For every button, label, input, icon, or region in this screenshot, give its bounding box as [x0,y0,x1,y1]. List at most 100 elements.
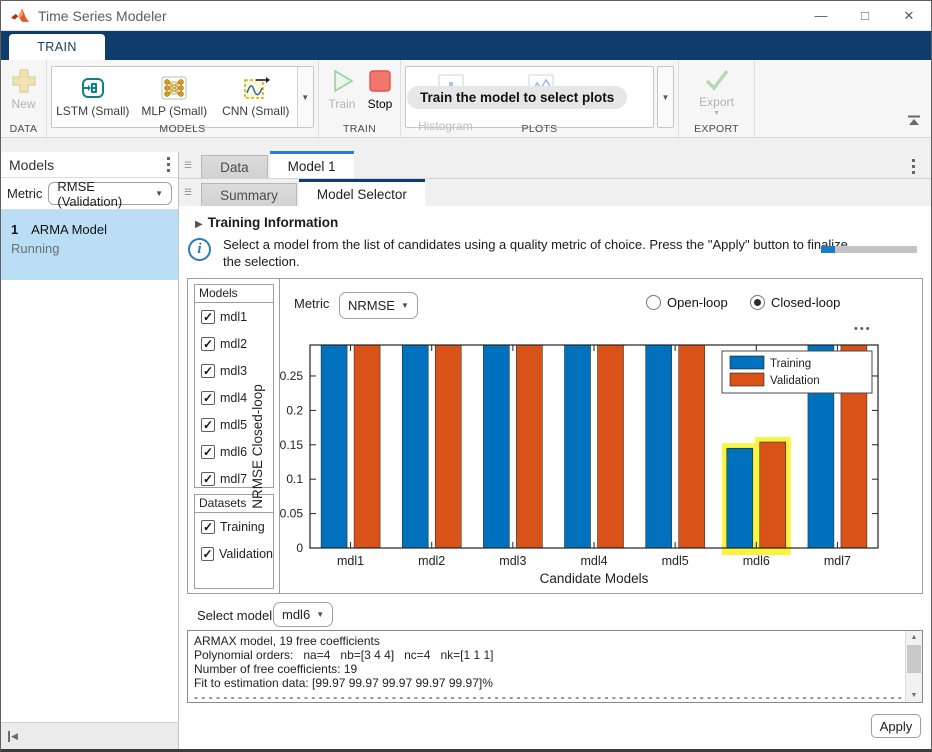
group-label-plots: PLOTS [401,123,678,135]
model-item-name: ARMA Model [31,222,107,237]
svg-text:mdl5: mdl5 [662,554,689,568]
export-button[interactable]: Export ▼ [679,60,754,117]
tab-model-1[interactable]: Model 1 [270,151,354,178]
sub-tab-bar-handle-icon[interactable]: ☰ [184,187,192,198]
svg-text:mdl6: mdl6 [743,554,770,568]
checkbox-label: mdl7 [220,472,247,486]
svg-text:Candidate Models: Candidate Models [540,571,649,586]
model-selector-panel: Models ✓mdl1✓mdl2✓mdl3✓mdl4✓mdl5✓mdl6✓md… [187,278,923,594]
bar-training-mdl5 [646,345,672,548]
window-title: Time Series Modeler [38,8,167,24]
chart-metric-label: Metric [294,296,329,311]
model-template-mlp[interactable]: MLP (Small) [134,67,216,127]
tab-bar-handle-icon[interactable]: ☰ [184,160,192,171]
check-icon [703,68,731,92]
bar-training-mdl6 [727,448,753,548]
cnn-icon [242,74,270,102]
ribbon-tab-train[interactable]: TRAIN [9,34,105,60]
checkbox-check-icon: ✓ [201,418,215,432]
main-area: Models Metric RMSE (Validation) ▼ 1 ARMA… [1,139,931,749]
panel-footer: ◀ [1,722,178,749]
model-template-lstm[interactable]: LSTM (Small) [52,67,134,127]
metric-dropdown[interactable]: RMSE (Validation) ▼ [48,182,172,205]
collapse-ribbon-button[interactable] [907,113,921,131]
models-group-label: Models [195,285,273,303]
tab-summary[interactable]: Summary [201,183,297,206]
bar-training-mdl3 [483,345,509,548]
close-button[interactable]: ✕ [887,1,931,30]
scroll-up-icon[interactable]: ▲ [906,634,922,641]
models-gallery-dropdown[interactable]: ▼ [297,67,314,127]
document-tab-bar: ☰ Data Model 1 [179,152,931,179]
info-icon: i [188,238,211,261]
model-details-box: ARMAX model, 19 free coefficients Polyno… [187,630,923,703]
play-icon [329,68,355,94]
plus-icon [11,68,37,94]
model-selector-content: ▶Training Information i Select a model f… [179,206,931,749]
nrmse-bar-chart: 00.050.10.150.20.25mdl1mdl2mdl3mdl4mdl5m… [246,335,898,587]
svg-text:mdl3: mdl3 [499,554,526,568]
maximize-button[interactable]: □ [843,1,887,30]
svg-text:Training: Training [770,358,811,370]
select-model-label: Select model [197,608,272,623]
stop-button-label: Stop [368,97,393,111]
checkbox-check-icon: ✓ [201,520,215,534]
models-panel-title: Models [9,157,54,173]
train-button-label: Train [329,97,356,111]
chevron-down-icon: ▼ [155,189,163,198]
checkbox-check-icon: ✓ [201,445,215,459]
tab-data[interactable]: Data [201,155,268,178]
svg-text:0: 0 [296,541,303,555]
lstm-icon [79,74,107,102]
models-gallery: LSTM (Small) [51,66,314,128]
tab-model-selector[interactable]: Model Selector [299,179,425,206]
bar-validation-mdl1 [354,345,380,548]
apply-button[interactable]: Apply [871,714,921,738]
mlp-icon [160,74,188,102]
title-bar: Time Series Modeler — □ ✕ [1,1,931,31]
closed-loop-label: Closed-loop [771,295,840,310]
svg-text:mdl1: mdl1 [337,554,364,568]
chart-metric-dropdown[interactable]: NRMSE ▼ [339,292,418,319]
new-button[interactable]: New [1,60,46,111]
minimize-button[interactable]: — [799,1,843,30]
collapse-panel-icon[interactable]: ◀ [8,731,18,742]
model-checkbox-mdl1[interactable]: ✓mdl1 [195,303,273,330]
axes-toolbar-dots[interactable]: ••• [854,323,872,335]
select-model-dropdown[interactable]: mdl6 ▼ [273,602,333,627]
chevron-down-icon: ▼ [316,610,324,619]
plots-gallery-dropdown[interactable]: ▼ [657,66,674,128]
models-panel-menu-icon[interactable] [167,157,170,172]
model-template-cnn[interactable]: CNN (Small) [215,67,297,127]
checkbox-label: mdl3 [220,364,247,378]
details-scrollbar[interactable]: ▲ ▼ [905,631,922,702]
model-list-item[interactable]: 1 ARMA Model Running [1,210,178,280]
bar-validation-mdl3 [516,345,542,548]
info-message-line1: Select a model from the list of candidat… [223,237,848,252]
document-menu-icon[interactable] [912,159,915,174]
model-template-label: LSTM (Small) [56,104,129,118]
svg-text:0.1: 0.1 [286,472,303,486]
svg-text:0.05: 0.05 [280,507,304,521]
ribbon-toolbar: New DATA LSTM (Small) [1,60,931,138]
train-button[interactable]: Train [323,60,361,111]
closed-loop-radio[interactable]: Closed-loop [750,295,840,310]
checkbox-check-icon: ✓ [201,310,215,324]
radio-circle-icon [750,295,765,310]
open-loop-radio[interactable]: Open-loop [646,295,728,310]
bar-validation-mdl2 [435,345,461,548]
training-information-header[interactable]: ▶Training Information [195,215,338,230]
export-button-label: Export [699,95,734,109]
group-label-export: EXPORT [679,123,754,135]
ribbon-tab-strip: TRAIN [1,31,931,60]
svg-text:0.2: 0.2 [286,403,303,417]
svg-text:mdl4: mdl4 [580,554,607,568]
group-label-models: MODELS [47,123,318,135]
model-template-label: CNN (Small) [222,104,289,118]
checkbox-check-icon: ✓ [201,337,215,351]
scroll-down-icon[interactable]: ▼ [906,692,922,699]
checkbox-label: mdl4 [220,391,247,405]
stop-button[interactable]: Stop [361,60,399,111]
scroll-thumb[interactable] [907,645,921,673]
metric-dropdown-value: RMSE (Validation) [57,179,149,209]
